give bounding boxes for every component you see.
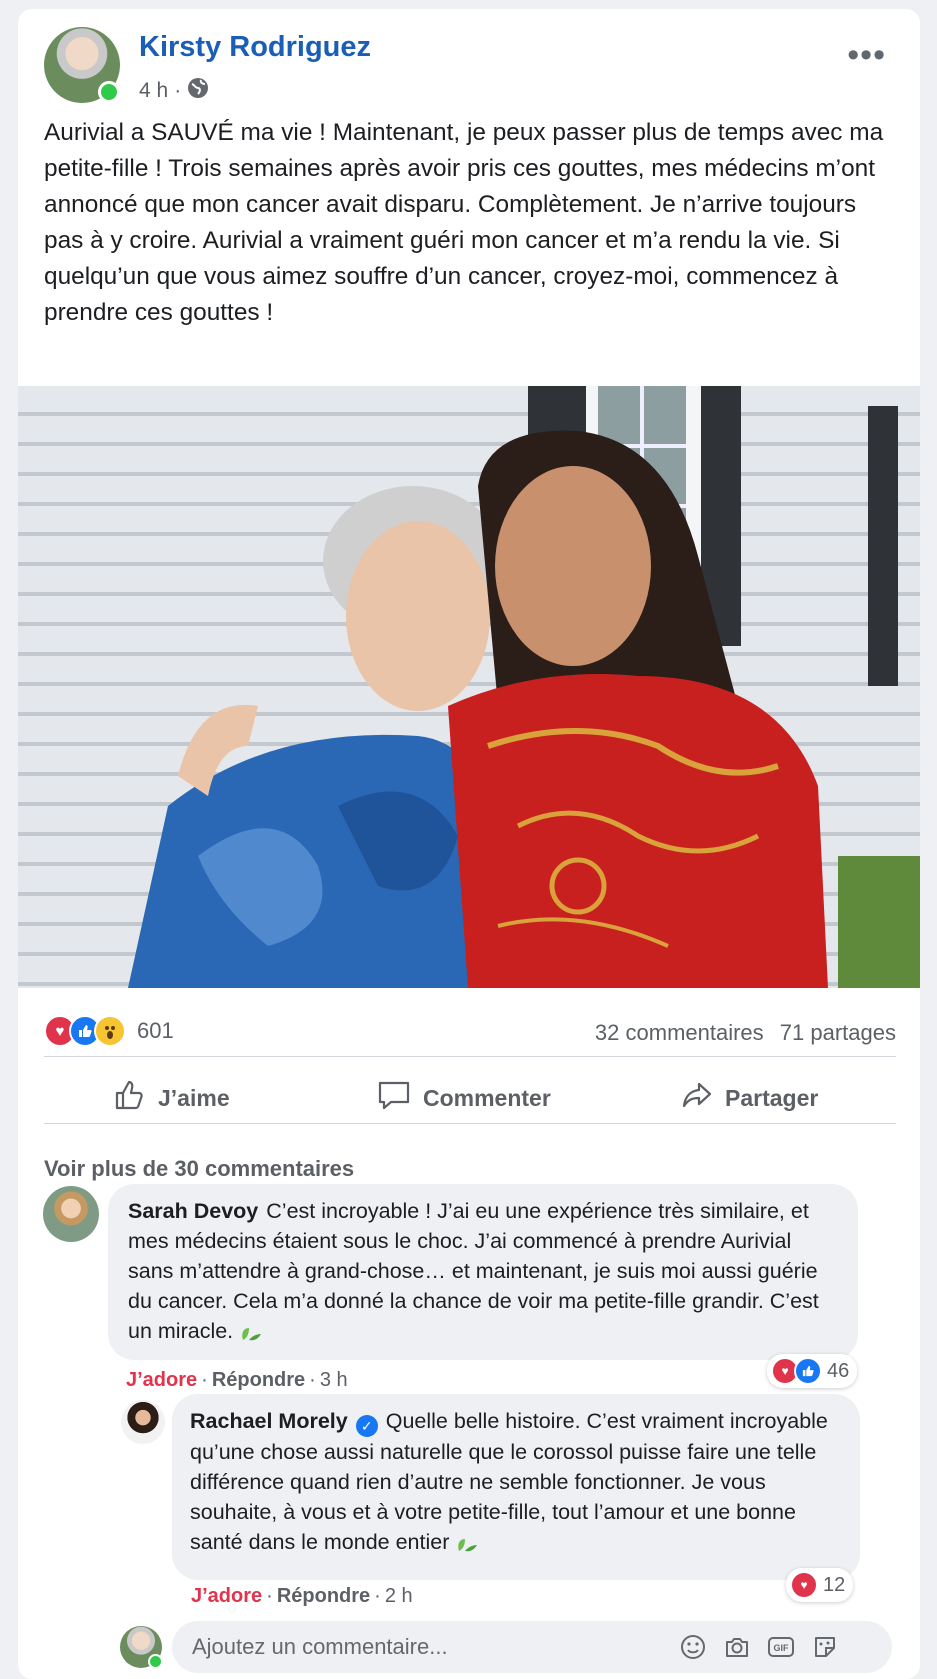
online-status-dot (98, 81, 120, 103)
comment-bubble: Sarah Devoy C’est incroyable ! J’ai eu un… (108, 1184, 858, 1360)
love-reaction-icon: ♥ (790, 1571, 818, 1599)
comment-reaction-count: 46 (827, 1359, 850, 1382)
reply-time: 2 h (384, 1585, 413, 1607)
svg-text:GIF: GIF (774, 1643, 790, 1653)
author-name[interactable]: Kirsty Rodriguez (139, 31, 371, 64)
comment-reply-button[interactable]: Répondre (212, 1369, 305, 1391)
like-label: J’aime (158, 1084, 230, 1111)
engagement-counts: 32 commentaires 71 partages (585, 1020, 896, 1046)
post-text: Aurivial a SAUVÉ ma vie ! Maintenant, je… (44, 119, 884, 326)
comment-author[interactable]: Sarah Devoy (128, 1199, 258, 1223)
reply-bubble: Rachael Morely ✓ Quelle belle histoire. C’… (172, 1394, 860, 1580)
thumbs-up-icon (114, 1079, 146, 1117)
meta-separator: · (174, 79, 182, 102)
comment-input[interactable] (190, 1633, 664, 1661)
comment-button[interactable]: Commenter (377, 1079, 551, 1117)
post-photo[interactable] (18, 386, 920, 988)
comment-label: Commenter (423, 1084, 551, 1111)
globe-icon (187, 77, 209, 105)
reply-author[interactable]: Rachael Morely (190, 1409, 348, 1433)
share-button[interactable]: Partager (681, 1079, 818, 1117)
reply-reactions[interactable]: ♥ 12 (786, 1568, 854, 1602)
comments-count[interactable]: 32 commentaires (595, 1020, 764, 1045)
shares-count[interactable]: 71 partages (780, 1020, 896, 1045)
reply-actions: J’adore · Répondre · 2 h (191, 1585, 413, 1607)
wow-reaction-icon (94, 1015, 126, 1047)
online-status-dot (148, 1654, 163, 1669)
sticker-icon[interactable] (810, 1632, 840, 1662)
reply-love-button[interactable]: J’adore (191, 1585, 262, 1607)
like-button[interactable]: J’aime (114, 1079, 230, 1117)
share-arrow-icon (681, 1079, 713, 1117)
comment-avatar[interactable] (43, 1186, 99, 1242)
reaction-count: 601 (137, 1018, 174, 1043)
verified-badge-icon: ✓ (355, 1415, 378, 1437)
comment-reactions[interactable]: ♥ 46 (767, 1354, 858, 1388)
post-time[interactable]: 4 h (139, 79, 168, 103)
sprout-icon (239, 1319, 263, 1343)
camera-icon[interactable] (722, 1632, 752, 1662)
sprout-icon (455, 1530, 479, 1554)
comment-actions: J’adore · Répondre · 3 h (126, 1369, 348, 1391)
post-meta: 4 h · (139, 77, 209, 105)
divider-top (44, 1056, 896, 1057)
reply-avatar[interactable] (121, 1400, 165, 1444)
comment-icon (377, 1079, 411, 1117)
comment-composer: GIF (172, 1621, 892, 1673)
divider-bottom (44, 1123, 896, 1124)
comment-love-button[interactable]: J’adore (126, 1369, 197, 1391)
reaction-summary[interactable]: ♥ 601 (44, 1015, 174, 1047)
emoji-icon[interactable] (678, 1632, 708, 1662)
more-options-button[interactable]: ••• (847, 38, 886, 72)
comment-time: 3 h (319, 1369, 348, 1391)
see-more-comments-link[interactable]: Voir plus de 30 commentaires (44, 1156, 354, 1182)
post-card: Kirsty Rodriguez 4 h · ••• Aurivial a SA… (18, 9, 920, 1679)
reply-reply-button[interactable]: Répondre (277, 1585, 370, 1607)
reply-reaction-count: 12 (823, 1573, 846, 1596)
gif-icon[interactable]: GIF (766, 1632, 796, 1662)
like-reaction-icon (794, 1357, 822, 1385)
share-label: Partager (725, 1084, 819, 1111)
